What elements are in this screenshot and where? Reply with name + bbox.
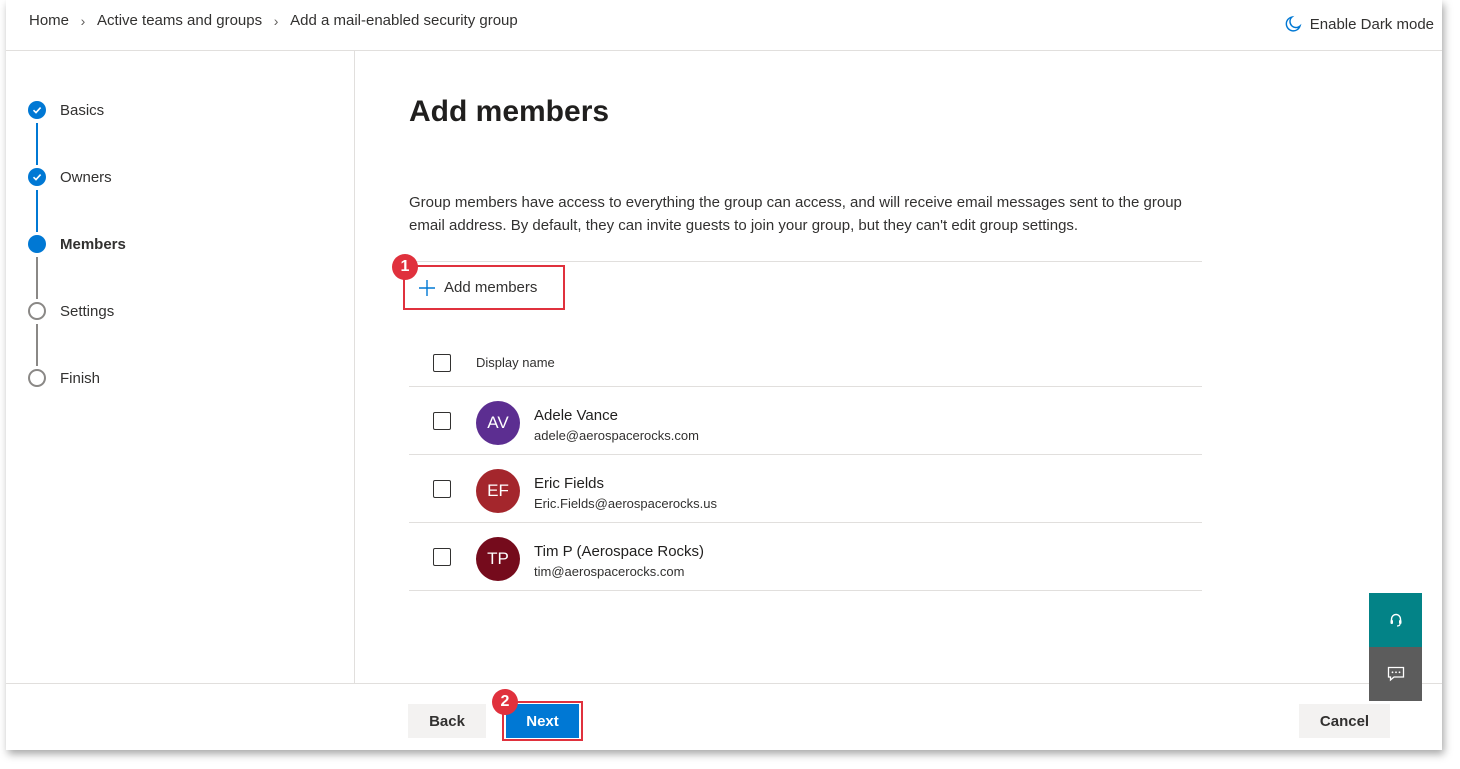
member-email: adele@aerospacerocks.com	[534, 428, 699, 443]
feedback-button[interactable]	[1369, 647, 1422, 701]
wizard-stepper: Basics Owners Members Settings Finish	[6, 51, 355, 683]
row-checkbox[interactable]	[433, 412, 451, 430]
step-label: Members	[60, 235, 126, 253]
avatar: TP	[476, 537, 520, 581]
cancel-button[interactable]: Cancel	[1299, 704, 1390, 738]
app-frame: Home › Active teams and groups › Add a m…	[6, 0, 1442, 750]
dark-mode-label: Enable Dark mode	[1309, 15, 1434, 33]
back-button[interactable]: Back	[408, 704, 486, 738]
annotation-badge-2: 2	[492, 689, 518, 715]
step-settings: Settings	[28, 301, 114, 321]
table-row[interactable]: TP Tim P (Aerospace Rocks) tim@aerospace…	[409, 523, 1202, 591]
empty-step-circle-icon	[28, 369, 46, 387]
help-button[interactable]	[1369, 593, 1422, 647]
row-checkbox[interactable]	[433, 480, 451, 498]
select-all-checkbox[interactable]	[433, 354, 451, 372]
table-row[interactable]: EF Eric Fields Eric.Fields@aerospacerock…	[409, 455, 1202, 523]
add-members-button[interactable]: Add members	[403, 265, 565, 310]
moon-icon	[1285, 15, 1302, 32]
breadcrumb-active-teams[interactable]: Active teams and groups	[97, 12, 262, 29]
member-name: Eric Fields	[534, 475, 605, 492]
member-email: tim@aerospacerocks.com	[534, 564, 685, 579]
row-checkbox[interactable]	[433, 548, 451, 566]
step-label: Settings	[60, 302, 115, 320]
checkmark-icon	[28, 168, 46, 186]
top-bar: Home › Active teams and groups › Add a m…	[6, 0, 1442, 51]
page-title: Add members	[409, 95, 610, 128]
avatar: EF	[476, 469, 520, 513]
step-label: Basics	[60, 101, 105, 119]
divider	[409, 590, 1202, 591]
step-owners[interactable]: Owners	[28, 167, 112, 187]
breadcrumb-current-page: Add a mail-enabled security group	[290, 12, 518, 29]
chat-icon	[1387, 666, 1404, 682]
step-basics[interactable]: Basics	[28, 100, 104, 120]
breadcrumb: Home › Active teams and groups › Add a m…	[29, 12, 518, 29]
current-step-dot-icon	[28, 235, 46, 253]
member-name: Adele Vance	[534, 407, 618, 424]
member-email: Eric.Fields@aerospacerocks.us	[534, 496, 717, 511]
checkmark-icon	[28, 101, 46, 119]
member-name: Tim P (Aerospace Rocks)	[534, 543, 705, 560]
chevron-right-icon: ›	[273, 12, 279, 29]
plus-icon	[419, 279, 435, 296]
step-connector	[36, 190, 38, 232]
column-header-display-name[interactable]: Display name	[476, 355, 555, 370]
avatar: AV	[476, 401, 520, 445]
add-members-label: Add members	[444, 279, 538, 296]
table-row[interactable]: AV Adele Vance adele@aerospacerocks.com	[409, 387, 1202, 455]
step-label: Owners	[60, 168, 112, 186]
step-members[interactable]: Members	[28, 234, 126, 254]
page-description: Group members have access to everything …	[409, 194, 1182, 234]
dark-mode-toggle[interactable]: Enable Dark mode	[1284, 15, 1434, 33]
step-label: Finish	[60, 369, 101, 387]
breadcrumb-home[interactable]: Home	[29, 12, 69, 29]
wizard-footer: Back Next 2 Cancel	[6, 683, 1442, 750]
step-connector	[36, 257, 38, 299]
main-content: Add members Group members have access to…	[356, 51, 1442, 683]
annotation-badge-1: 1	[392, 254, 418, 280]
empty-step-circle-icon	[28, 302, 46, 320]
step-connector	[36, 123, 38, 165]
step-connector	[36, 324, 38, 366]
next-button[interactable]: Next	[506, 704, 579, 738]
divider	[409, 261, 1202, 262]
chevron-right-icon: ›	[80, 12, 86, 29]
headset-icon	[1390, 613, 1401, 627]
step-finish: Finish	[28, 368, 100, 388]
